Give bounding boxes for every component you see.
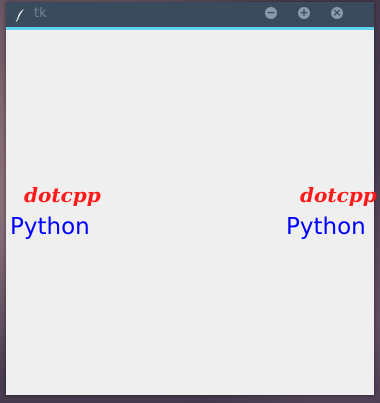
tk-window: tk − + × dotcpp Python dotcpp Python: [6, 2, 377, 395]
window-title: tk: [34, 6, 47, 21]
window-titlebar[interactable]: tk − + ×: [6, 2, 374, 30]
minimize-icon[interactable]: −: [265, 7, 277, 19]
right-python-label: Python: [286, 214, 366, 240]
close-icon[interactable]: ×: [331, 7, 343, 19]
left-label-group: dotcpp Python: [10, 182, 101, 240]
feather-icon: [14, 7, 28, 22]
right-dotcpp-label: dotcpp: [300, 183, 377, 207]
window-content: dotcpp Python dotcpp Python: [6, 30, 377, 395]
right-label-group: dotcpp Python: [286, 182, 377, 240]
maximize-icon[interactable]: +: [298, 7, 310, 19]
left-python-label: Python: [10, 214, 90, 240]
left-dotcpp-label: dotcpp: [24, 183, 101, 207]
